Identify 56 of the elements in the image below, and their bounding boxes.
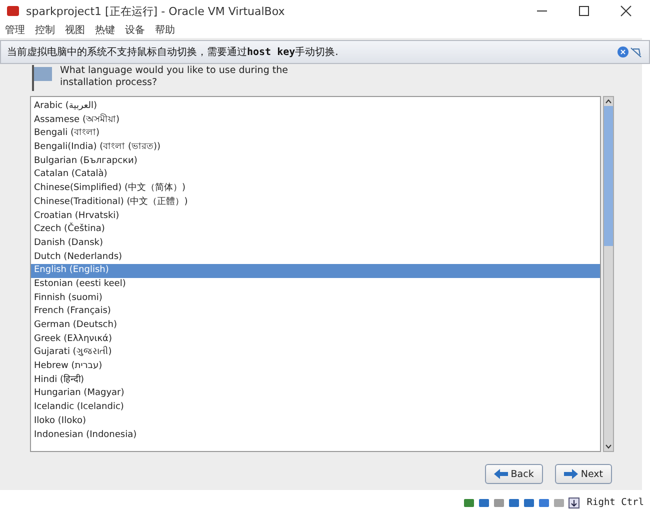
host-key-label: Right Ctrl bbox=[586, 497, 644, 508]
prompt-text: What language would you like to use during the bbox=[60, 65, 288, 77]
language-item[interactable]: Icelandic (Icelandic) bbox=[31, 401, 600, 415]
notification-text: 当前虚拟电脑中的系统不支持鼠标自动切换，需要通过host key手动切换. bbox=[7, 46, 340, 59]
language-item[interactable]: Bengali(India) (বাংলা (ভারত)) bbox=[31, 141, 600, 155]
close-icon bbox=[617, 46, 629, 58]
next-button[interactable]: Next bbox=[554, 464, 612, 484]
device-icon bbox=[478, 496, 490, 508]
maximize-icon[interactable] bbox=[578, 5, 590, 17]
scrollbar[interactable] bbox=[603, 96, 614, 452]
language-item[interactable]: Greek (Ελληνικά) bbox=[31, 332, 600, 346]
language-item[interactable]: Gujarati (ગુજરાતી) bbox=[31, 346, 600, 360]
flag-icon bbox=[30, 65, 54, 91]
menu-item[interactable]: 设备 bbox=[125, 23, 145, 37]
device-icon bbox=[508, 496, 520, 508]
right-arrow-icon bbox=[564, 469, 578, 479]
language-item[interactable]: Czech (Čeština) bbox=[31, 223, 600, 237]
scroll-down-icon bbox=[604, 442, 613, 451]
language-item[interactable]: French (Français) bbox=[31, 305, 600, 319]
language-item[interactable]: Assamese (অসমীয়া) bbox=[31, 114, 600, 128]
language-item[interactable]: Iloko (Iloko) bbox=[31, 414, 600, 428]
language-item[interactable]: Arabic (العربية) bbox=[31, 100, 600, 114]
language-item[interactable]: Dutch (Nederlands) bbox=[31, 250, 600, 264]
language-item[interactable]: Estonian (eesti keel) bbox=[31, 278, 600, 292]
app-icon bbox=[6, 4, 20, 18]
device-icon bbox=[538, 496, 550, 508]
language-item[interactable]: German (Deutsch) bbox=[31, 319, 600, 333]
close-icon[interactable] bbox=[620, 5, 632, 17]
device-icon bbox=[552, 496, 565, 508]
back-button[interactable]: Back bbox=[484, 464, 543, 484]
language-item[interactable]: Finnish (suomi) bbox=[31, 292, 600, 306]
scroll-thumb[interactable] bbox=[604, 106, 613, 246]
prompt-text: installation process? bbox=[60, 77, 158, 89]
left-arrow-icon bbox=[494, 469, 508, 479]
menu-item[interactable]: 管理 bbox=[5, 23, 25, 37]
language-item[interactable]: Indonesian (Indonesia) bbox=[31, 428, 600, 442]
menu-item[interactable]: 热键 bbox=[95, 23, 115, 37]
device-icon bbox=[492, 496, 505, 508]
arrow-down-icon bbox=[568, 496, 580, 508]
menu-item[interactable]: 控制 bbox=[35, 23, 55, 37]
language-item[interactable]: Bengali (বাংলা) bbox=[31, 127, 600, 142]
language-item[interactable]: Croatian (Hrvatski) bbox=[31, 210, 600, 224]
language-item[interactable]: Hungarian (Magyar) bbox=[31, 387, 600, 402]
language-item[interactable]: Bulgarian (Български) bbox=[31, 154, 600, 168]
device-icon bbox=[522, 496, 535, 508]
language-item[interactable]: Hindi (हिन्दी) bbox=[31, 374, 600, 388]
device-icon bbox=[462, 496, 475, 508]
language-item[interactable]: Danish (Dansk) bbox=[31, 236, 600, 251]
language-item[interactable]: Hebrew (עברית) bbox=[31, 360, 600, 374]
menu-item[interactable]: 视图 bbox=[65, 23, 85, 37]
window-title: sparkproject1 [正在运行] - Oracle VM VirtualBox bbox=[26, 4, 286, 18]
scroll-up-icon bbox=[604, 97, 613, 106]
language-item[interactable]: Catalan (Català) bbox=[31, 168, 600, 182]
language-item[interactable]: Chinese(Traditional) (中文（正體）) bbox=[31, 196, 600, 210]
language-item[interactable]: Chinese(Simplified) (中文（简体）) bbox=[31, 182, 600, 196]
menu-item[interactable]: 帮助 bbox=[155, 23, 175, 37]
